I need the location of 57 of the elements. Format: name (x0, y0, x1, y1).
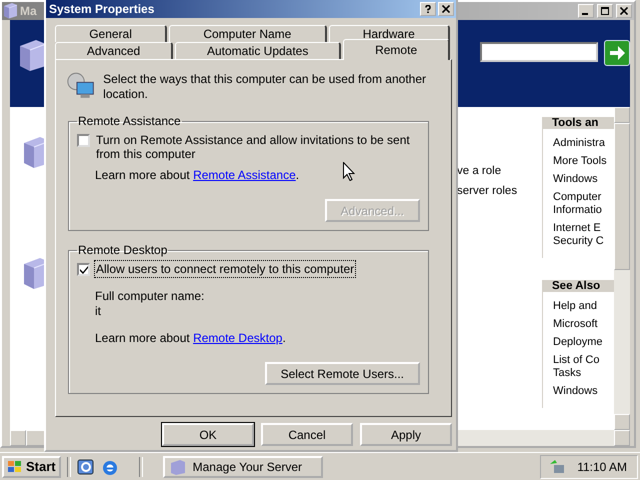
info-text: it (95, 304, 101, 319)
server-icon (168, 458, 187, 476)
panel-link[interactable]: Microsoft (553, 318, 614, 331)
clock: 11:10 AM (577, 460, 627, 474)
checkbox-label[interactable]: Turn on Remote Assistance and allow invitations to be sent from this computer (95, 132, 420, 162)
panel-link[interactable]: Deployme (553, 336, 614, 349)
desktop-shortcut-icon[interactable] (76, 458, 95, 476)
panel-link[interactable]: Windows (553, 385, 614, 398)
window-title: Ma (20, 4, 37, 18)
checkbox-label[interactable]: Allow users to connect remotely to this computer (95, 261, 356, 277)
vertical-scrollbar[interactable] (614, 107, 630, 430)
panel-header: See Also (542, 280, 614, 292)
panel-link[interactable]: Computer Informatio (553, 191, 614, 217)
panel-link[interactable]: List of Co Tasks (553, 354, 614, 380)
tab[interactable]: Automatic Updates (175, 42, 342, 59)
group-title: Remote Desktop (77, 243, 168, 257)
search-field[interactable] (480, 42, 598, 62)
close-button[interactable] (616, 4, 632, 18)
close-button[interactable] (438, 2, 454, 16)
panel-link[interactable]: Administra (553, 137, 614, 150)
mouse-pointer-icon (343, 162, 355, 181)
tab[interactable]: Computer Name (169, 25, 327, 42)
server-icon (4, 3, 17, 19)
checkbox[interactable] (77, 134, 90, 147)
start-button[interactable]: Start (2, 456, 61, 478)
panel-header: Tools an (542, 117, 614, 129)
taskbar-button[interactable]: Manage Your Server (162, 456, 323, 478)
help-button[interactable] (420, 2, 436, 16)
intro-text: Select the ways that this computer can be used from another location. (103, 71, 427, 102)
panel-link[interactable]: Help and (553, 300, 614, 313)
link-text[interactable]: server roles (457, 185, 542, 197)
close-icon (442, 5, 450, 13)
minimize-button[interactable] (578, 4, 594, 18)
tab[interactable]: Remote (343, 39, 450, 60)
info-text: Full computer name: (95, 289, 204, 304)
link-text[interactable]: ve a role (457, 165, 542, 177)
maximize-button[interactable] (597, 4, 613, 18)
tab[interactable]: Advanced (55, 42, 174, 59)
dialog-button[interactable]: OK (162, 423, 254, 446)
help-link[interactable]: Remote Desktop (193, 331, 282, 345)
learn-more-text: Learn more about Remote Assistance. (95, 168, 300, 183)
close-icon (620, 7, 628, 15)
panel-link[interactable]: More Tools (553, 155, 614, 168)
dialog-button[interactable]: Apply (360, 423, 452, 446)
windows-flag-icon (7, 460, 23, 474)
help-icon (424, 5, 432, 13)
maximize-icon (601, 7, 609, 15)
dialog-title: System Properties (49, 2, 156, 16)
panel-link[interactable]: Windows (553, 173, 614, 186)
help-link[interactable]: Remote Assistance (193, 168, 296, 182)
dialog-button[interactable]: Cancel (261, 423, 353, 446)
learn-more-text: Learn more about Remote Desktop. (95, 331, 286, 346)
action-button[interactable]: Select Remote Users... (264, 362, 420, 385)
group-title: Remote Assistance (77, 114, 182, 128)
panel-link[interactable]: Internet E Security C (553, 222, 614, 248)
tab[interactable]: General (55, 25, 168, 42)
checkbox[interactable] (77, 263, 90, 276)
